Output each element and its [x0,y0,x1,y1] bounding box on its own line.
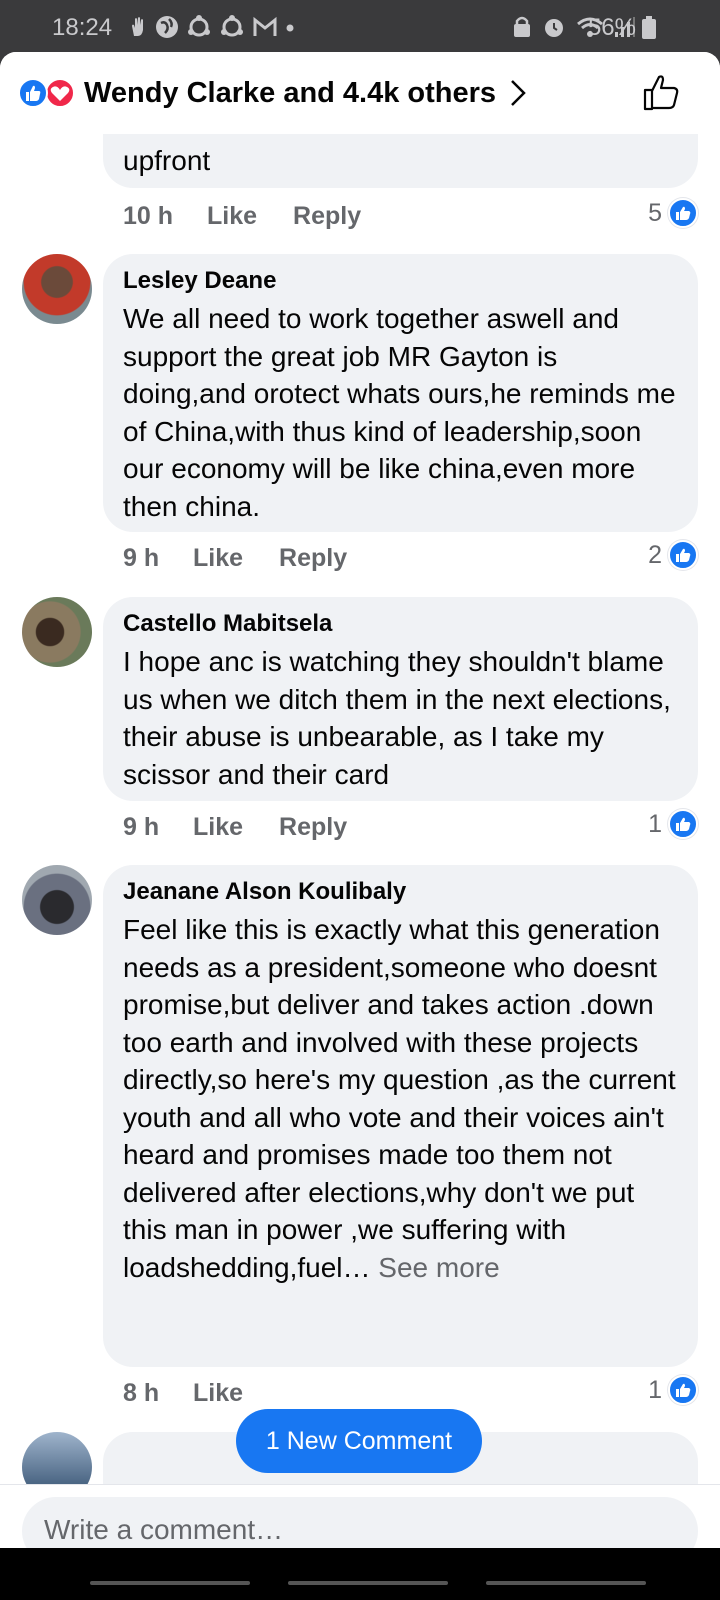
like-reaction-icon [668,540,698,570]
nav-home[interactable] [288,1581,448,1585]
like-post-icon[interactable] [642,74,680,112]
like-button[interactable]: Like [193,1379,243,1408]
comment-like-count[interactable]: 1 [648,809,698,839]
like-reaction-icon [668,809,698,839]
like-button[interactable]: Like [207,202,257,231]
avatar[interactable] [22,597,92,667]
comment-time: 10 h [123,202,174,230]
globe-icon [156,16,178,38]
comment-bubble[interactable]: Jeanane Alson Koulibaly Feel like this i… [103,865,698,1367]
comment-author[interactable]: Lesley Deane [123,266,678,296]
comments-sheet: Wendy Clarke and 4.4k others upfront 10 … [0,52,720,1600]
comment-author[interactable]: Castello Mabitsela [123,609,678,639]
like-count: 1 [648,1375,662,1404]
comment-text: Feel like this is exactly what this gene… [123,911,678,1286]
like-count: 5 [648,198,662,227]
avatar[interactable] [22,865,92,935]
avatar[interactable] [22,254,92,324]
reaction-icons [18,78,78,110]
comment-bubble[interactable]: Castello Mabitsela I hope anc is watchin… [103,597,698,801]
battery-percent: 56% [587,14,636,41]
comment-like-count[interactable]: 2 [648,540,698,570]
comment-time: 9 h [123,813,160,841]
comment-author[interactable]: Jeanane Alson Koulibaly [123,877,678,907]
battery-icon [642,16,656,39]
status-time: 18:24 [52,14,113,41]
comment-actions: 8 h Like [123,1379,279,1408]
nav-back[interactable] [486,1581,646,1585]
sync-icon [188,15,210,37]
like-reaction-icon [18,78,48,108]
reply-button[interactable]: Reply [293,202,361,231]
comment-actions: 10 h Like Reply [123,202,361,231]
reply-button[interactable]: Reply [279,813,347,842]
notification-icons [128,15,295,39]
hand-icon [132,17,143,36]
comment-text: upfront [123,145,211,176]
like-button[interactable]: Like [193,544,243,573]
like-button[interactable]: Like [193,813,243,842]
reply-button[interactable]: Reply [279,544,347,573]
system-navigation-bar [0,1548,720,1600]
comment-bubble[interactable]: Lesley Deane We all need to work togethe… [103,254,698,532]
see-more-link[interactable]: See more [378,1252,499,1283]
comment-actions: 9 h Like Reply [123,544,347,573]
like-count: 2 [648,540,662,569]
lock-icon [514,16,530,37]
comment-like-count[interactable]: 5 [648,198,698,228]
dot-icon [286,24,294,32]
nav-recents[interactable] [90,1581,250,1585]
reactions-header[interactable]: Wendy Clarke and 4.4k others [0,52,720,134]
like-reaction-icon [668,1375,698,1405]
comment-time: 9 h [123,544,160,572]
chevron-right-icon[interactable] [508,78,528,108]
like-count: 1 [648,809,662,838]
gmail-icon [253,16,277,36]
comment-like-count[interactable]: 1 [648,1375,698,1405]
comment-time: 8 h [123,1379,160,1407]
status-bar: 18:24 56% [0,0,720,54]
comment-text: We all need to work together aswell and … [123,303,676,522]
reactions-title[interactable]: Wendy Clarke and 4.4k others [84,77,496,110]
comment-actions: 9 h Like Reply [123,813,347,842]
sync-icon [221,15,243,37]
new-comment-button[interactable]: 1 New Comment [236,1409,482,1473]
comment-text-body: Feel like this is exactly what this gene… [123,914,676,1283]
comment-text: I hope anc is watching they shouldn't bl… [123,646,671,790]
like-reaction-icon [668,198,698,228]
alarm-icon [545,19,563,37]
love-reaction-icon [45,78,75,108]
